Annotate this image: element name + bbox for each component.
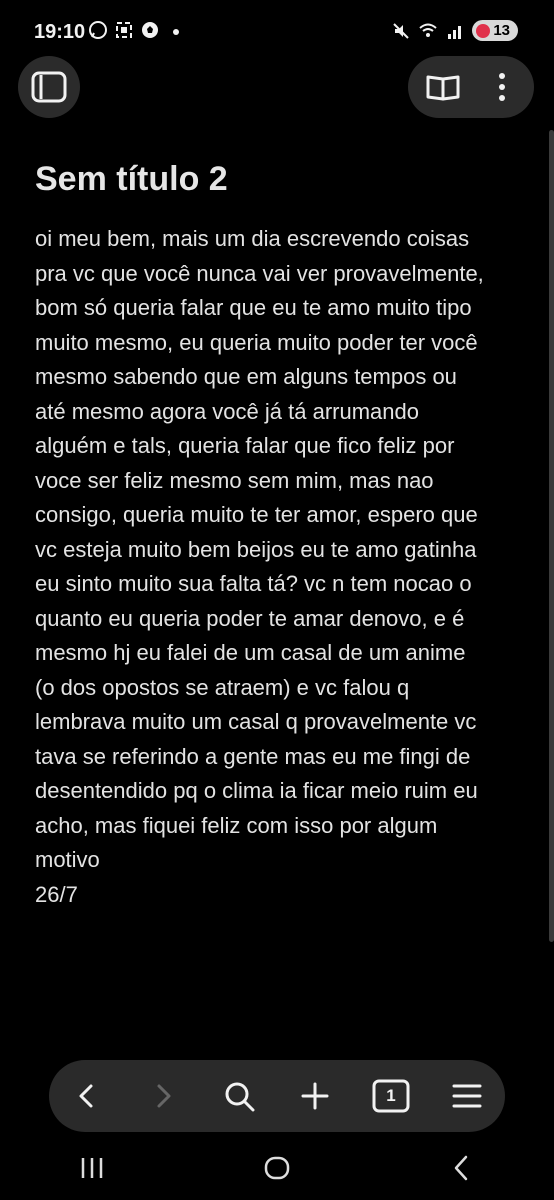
sidebar-toggle-button[interactable] — [18, 56, 80, 118]
search-icon — [225, 1082, 255, 1112]
scrollbar[interactable] — [549, 130, 554, 942]
back-button[interactable] — [59, 1068, 115, 1124]
system-back-button[interactable] — [432, 1143, 492, 1193]
hamburger-menu-icon — [452, 1084, 482, 1108]
back-arrow-icon — [454, 1155, 467, 1180]
recent-apps-button[interactable] — [62, 1143, 122, 1193]
note-body: oi meu bem, mais um dia escrevendo coisa… — [35, 226, 484, 907]
sidebar-icon — [31, 71, 67, 103]
bottom-toolbar: 1 — [49, 1060, 505, 1132]
home-button[interactable] — [247, 1143, 307, 1193]
plus-icon — [301, 1082, 329, 1110]
status-time: 19:10 — [34, 21, 86, 43]
wifi-icon — [419, 23, 437, 37]
soccer-ball-icon — [142, 22, 158, 38]
reading-mode-button[interactable] — [420, 64, 466, 110]
more-options-button[interactable] — [482, 64, 522, 110]
more-vertical-icon — [499, 73, 505, 101]
search-button[interactable] — [211, 1068, 267, 1124]
tabs-button[interactable]: 1 — [363, 1068, 419, 1124]
status-bar: 19:10 13 — [0, 0, 554, 64]
book-icon — [426, 75, 460, 101]
menu-button[interactable] — [439, 1068, 495, 1124]
home-icon — [264, 1156, 290, 1179]
mute-icon — [393, 22, 410, 39]
battery-saver-icon — [476, 23, 491, 38]
dot-icon — [173, 29, 179, 35]
recent-apps-icon — [82, 1157, 103, 1178]
forward-button[interactable] — [135, 1068, 191, 1124]
reader-actions — [408, 56, 534, 118]
status-right: 13 — [392, 20, 518, 41]
whatsapp-icon — [89, 21, 107, 39]
signal-icon — [448, 25, 462, 39]
chevron-left-icon — [79, 1084, 93, 1108]
chevron-right-icon — [157, 1084, 171, 1108]
system-nav-bar — [0, 1135, 554, 1200]
battery-level: 13 — [493, 22, 510, 39]
screenshot-icon — [116, 22, 132, 38]
tab-count: 1 — [386, 1086, 396, 1105]
new-tab-button[interactable] — [287, 1068, 343, 1124]
note-title: Sem título 2 — [35, 160, 228, 198]
notification-icons — [88, 20, 186, 40]
battery-badge: 13 — [472, 20, 518, 41]
